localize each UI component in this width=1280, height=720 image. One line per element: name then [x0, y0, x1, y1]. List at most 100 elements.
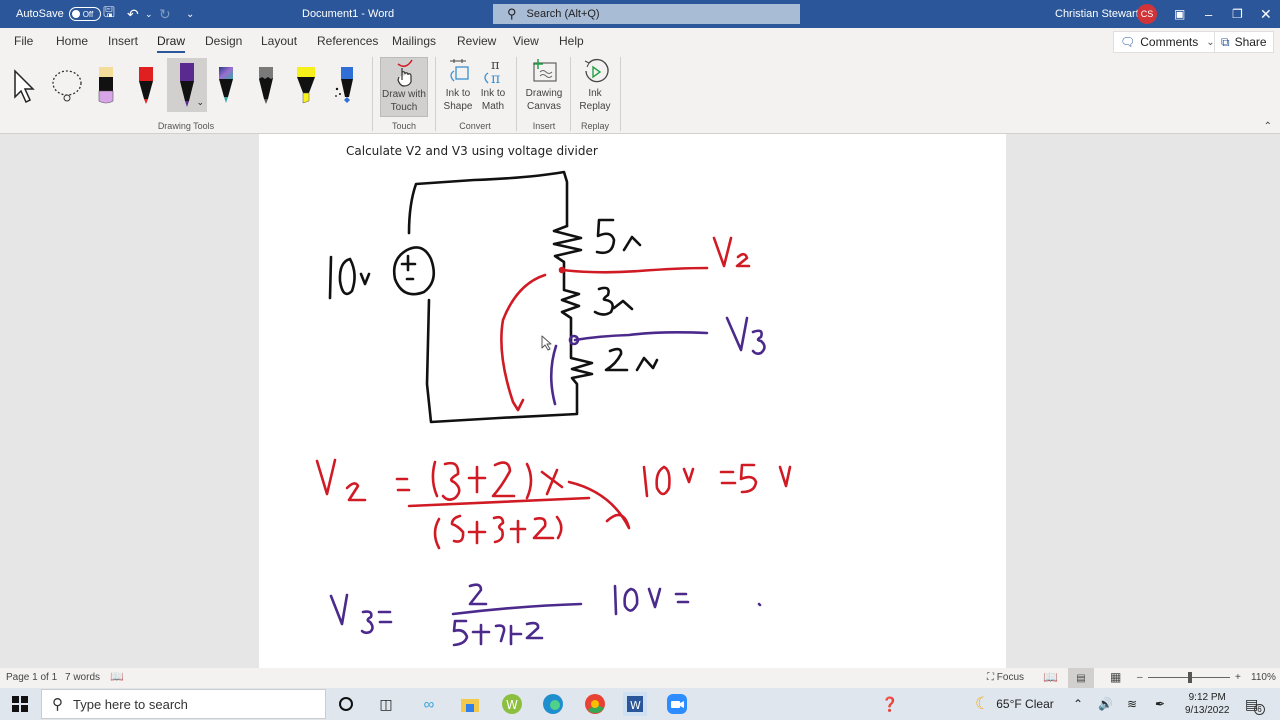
volume-icon[interactable]: 🔊 [1098, 688, 1113, 720]
pen-options-chevron-icon[interactable]: ⌄ [196, 97, 204, 108]
eq1-denominator [433, 514, 563, 550]
collapse-ribbon-icon[interactable]: ⌃ [1264, 121, 1272, 132]
pencil[interactable] [248, 58, 284, 112]
show-hidden-icons[interactable]: ⌃ [1073, 688, 1083, 720]
infinity-app-icon[interactable]: ∞ [417, 692, 441, 716]
proofing-icon[interactable]: 📖 [110, 670, 124, 683]
tab-file[interactable]: File [14, 34, 33, 48]
zoom-out-button[interactable]: – [1137, 672, 1143, 683]
tab-review[interactable]: Review [457, 34, 496, 48]
user-avatar[interactable]: CS [1137, 4, 1157, 24]
highlighter-pen-icon [98, 67, 114, 104]
taskbar-search[interactable]: ⚲ Type here to search [41, 689, 326, 719]
undo-dropdown-icon[interactable]: ⌄ [145, 0, 153, 28]
pen-red[interactable] [128, 58, 164, 112]
tab-layout[interactable]: Layout [261, 34, 297, 48]
tab-mailings[interactable]: Mailings [392, 34, 436, 48]
user-name: Christian Stewart [1055, 8, 1139, 20]
drawing-canvas-button[interactable]: Drawing Canvas [522, 57, 566, 117]
select-tool[interactable] [7, 58, 43, 112]
notification-center-icon[interactable]: ▤ 6 [1245, 688, 1265, 720]
file-explorer-icon[interactable] [458, 692, 482, 716]
v3-current-arrow [549, 344, 558, 406]
document-page[interactable]: Calculate V2 and V3 using voltage divide… [259, 134, 1006, 668]
pen-galaxy[interactable] [208, 58, 244, 112]
share-button[interactable]: ⧉ Share [1214, 31, 1274, 53]
ink-to-math-button[interactable]: ππ Ink to Math [476, 57, 510, 117]
ink-replay-button[interactable]: Ink Replay [576, 57, 614, 117]
lasso-select-tool[interactable] [49, 58, 85, 112]
save-icon[interactable]: 🖫 [103, 0, 115, 28]
pen-highlighter-pink[interactable] [88, 58, 124, 112]
tab-references[interactable]: References [317, 34, 378, 48]
edge-icon[interactable] [541, 692, 565, 716]
search-placeholder: Search (Alt+Q) [526, 8, 600, 20]
eq1-equals [395, 477, 411, 492]
web-layout-icon[interactable]: ▦ [1110, 670, 1121, 684]
eq1-fraction-bar [407, 496, 591, 508]
word-taskbar-icon[interactable]: W [623, 692, 647, 716]
undo-icon[interactable]: ↶ [127, 0, 139, 28]
label-5-ohm [595, 218, 642, 255]
resistor-5-ohm [552, 224, 583, 272]
group-label-replay: Replay [580, 121, 609, 131]
tab-design[interactable]: Design [205, 34, 242, 48]
eq1-arrow [567, 480, 631, 530]
print-layout-icon[interactable]: ▤ [1068, 668, 1094, 688]
ribbon-display-options-icon[interactable]: ▣ [1174, 0, 1185, 28]
tab-insert[interactable]: Insert [108, 34, 138, 48]
pen-workspace-icon[interactable]: ✒ [1155, 688, 1165, 720]
redo-icon[interactable]: ↻ [159, 0, 171, 28]
action-pen-icon [335, 67, 353, 103]
tab-draw[interactable]: Draw [157, 34, 186, 53]
task-view-icon[interactable]: ◫ [374, 692, 398, 716]
pen-purple[interactable]: ⌄ [167, 58, 207, 112]
zoom-level[interactable]: 110% [1251, 672, 1276, 683]
minimize-icon[interactable]: – [1205, 0, 1212, 28]
eq2-denominator [452, 619, 544, 647]
v3-label [725, 316, 766, 355]
highlighter-yellow[interactable] [288, 58, 324, 112]
ink-replay-icon [584, 58, 609, 83]
clock[interactable]: 9:12 PM 9/13/2022 [1185, 688, 1230, 720]
tab-home[interactable]: Home [56, 34, 88, 48]
autosave-control[interactable]: AutoSave Off [16, 0, 101, 28]
galaxy-pen-icon [219, 67, 233, 103]
word-count[interactable]: 7 words [65, 672, 100, 683]
autosave-toggle[interactable]: Off [68, 7, 101, 21]
windows-start-icon[interactable] [8, 692, 32, 716]
close-icon[interactable]: ✕ [1260, 0, 1272, 28]
search-box[interactable]: ⚲ Search (Alt+Q) [493, 4, 800, 24]
eq2-v3 [329, 593, 374, 635]
group-label-convert: Convert [459, 121, 491, 131]
comments-button[interactable]: 🗨 Comments ⌄ [1113, 31, 1222, 53]
page-count[interactable]: Page 1 of 1 [6, 672, 57, 683]
weather-widget[interactable]: ☾ 65°F Clear [975, 688, 1054, 720]
chrome-icon[interactable] [583, 692, 607, 716]
share-icon: ⧉ [1221, 34, 1230, 49]
svg-text:W: W [506, 698, 518, 712]
zoom-in-button[interactable]: + [1235, 672, 1241, 683]
help-tray-icon[interactable]: ❓ [878, 692, 902, 716]
lasso-icon [52, 70, 82, 102]
zoom-app-icon[interactable] [665, 692, 689, 716]
tab-help[interactable]: Help [559, 34, 584, 48]
group-label-insert: Insert [532, 121, 556, 131]
draw-with-touch-button[interactable]: Draw with Touch [380, 57, 428, 117]
cortana-icon[interactable] [334, 692, 358, 716]
eq2-equals [377, 610, 393, 624]
action-pen[interactable] [327, 58, 363, 112]
ink-to-shape-button[interactable]: Ink to Shape [440, 57, 476, 117]
customize-qat-icon[interactable]: ⌄ [186, 0, 194, 28]
svg-text:W: W [630, 699, 641, 712]
w-app-icon[interactable]: W [500, 692, 524, 716]
zoom-slider-thumb[interactable] [1188, 672, 1192, 683]
focus-button[interactable]: ⛶ Focus [987, 672, 1024, 683]
ink-drawing [315, 170, 792, 647]
wifi-icon[interactable]: ≋ [1127, 688, 1137, 720]
tab-view[interactable]: View [513, 34, 539, 48]
title-bar: AutoSave Off 🖫 ↶ ⌄ ↻ ⌄ Document1 - Word … [0, 0, 1280, 28]
read-mode-icon[interactable]: 📖 [1043, 670, 1058, 684]
ink-to-math-icon: ππ [484, 58, 500, 87]
restore-icon[interactable]: ❐ [1232, 0, 1243, 28]
